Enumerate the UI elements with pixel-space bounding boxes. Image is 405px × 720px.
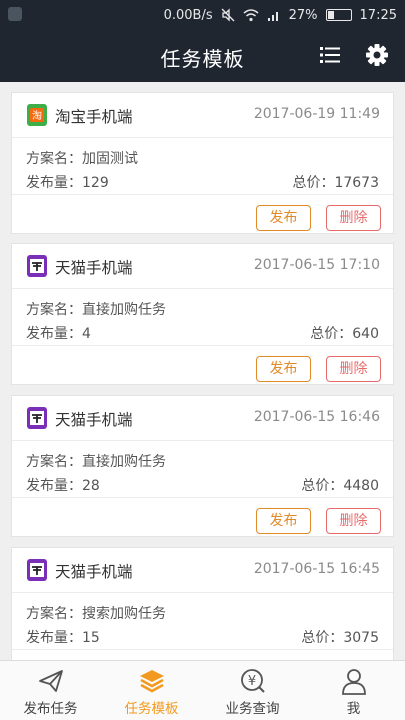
plan-name: 方案名：加固测试 bbox=[26, 151, 138, 167]
tab-label: 我 bbox=[346, 701, 361, 717]
platform-name: 天猫手机端 bbox=[55, 411, 133, 429]
card-date: 2017-06-15 16:45 bbox=[253, 561, 380, 577]
network-speed: 0.00B/s bbox=[163, 7, 213, 23]
tab-task-templates[interactable]: 任务模板 bbox=[101, 661, 202, 720]
total-price: 总价：640 bbox=[310, 326, 379, 342]
tab-label: 任务模板 bbox=[124, 701, 179, 717]
taobao-icon: 淘 bbox=[27, 104, 47, 126]
card-header: 天猫手机端 2017-06-15 16:45 bbox=[12, 548, 393, 593]
tab-label: 发布任务 bbox=[23, 701, 78, 717]
publish-button[interactable]: 发布 bbox=[256, 508, 311, 534]
total-price: 总价：17673 bbox=[292, 175, 379, 191]
delete-button[interactable]: 删除 bbox=[326, 356, 381, 382]
platform-name: 天猫手机端 bbox=[55, 259, 133, 277]
tab-me[interactable]: 我 bbox=[303, 661, 404, 720]
tmall-icon bbox=[27, 559, 47, 581]
plan-name: 方案名：直接加购任务 bbox=[26, 302, 166, 318]
tab-label: 业务查询 bbox=[225, 701, 280, 717]
publish-button[interactable]: 发布 bbox=[256, 205, 311, 231]
quantity: 发布量：28 bbox=[26, 478, 100, 494]
card-body: 方案名：加固测试 发布量：129 总价：17673 bbox=[12, 138, 393, 195]
total-price: 总价：4480 bbox=[301, 478, 379, 494]
quantity: 发布量：129 bbox=[26, 175, 109, 191]
template-card[interactable]: 淘 淘宝手机端 2017-06-19 11:49 方案名：加固测试 发布量：12… bbox=[11, 92, 394, 234]
card-header: 天猫手机端 2017-06-15 17:10 bbox=[12, 244, 393, 289]
notification-icon bbox=[8, 7, 22, 21]
plan-name: 方案名：搜索加购任务 bbox=[26, 606, 166, 622]
paper-plane-icon bbox=[39, 670, 63, 692]
tab-publish-task[interactable]: 发布任务 bbox=[0, 661, 101, 720]
template-list: 淘 淘宝手机端 2017-06-19 11:49 方案名：加固测试 发布量：12… bbox=[0, 82, 405, 660]
card-body: 方案名：直接加购任务 发布量：4 总价：640 bbox=[12, 289, 393, 346]
platform-name: 天猫手机端 bbox=[55, 563, 133, 581]
page-title: 任务模板 bbox=[160, 47, 245, 71]
card-body: 方案名：搜索加购任务 发布量：15 总价：3075 bbox=[12, 593, 393, 650]
card-date: 2017-06-19 11:49 bbox=[253, 106, 380, 122]
total-price: 总价：3075 bbox=[301, 630, 379, 646]
tmall-icon bbox=[27, 407, 47, 429]
nav-bar: 任务模板 bbox=[0, 30, 405, 82]
quantity: 发布量：4 bbox=[26, 326, 91, 342]
quantity: 发布量：15 bbox=[26, 630, 100, 646]
delete-button[interactable]: 删除 bbox=[326, 508, 381, 534]
card-date: 2017-06-15 16:46 bbox=[253, 409, 380, 425]
status-bar: 0.00B/s 27% 17:25 bbox=[0, 0, 405, 30]
layers-icon bbox=[140, 670, 164, 693]
publish-button[interactable]: 发布 bbox=[256, 356, 311, 382]
svg-text:¥: ¥ bbox=[248, 674, 256, 689]
yen-search-icon: ¥ bbox=[241, 669, 265, 693]
template-card[interactable]: 天猫手机端 2017-06-15 17:10 方案名：直接加购任务 发布量：4 … bbox=[11, 243, 394, 385]
card-header: 天猫手机端 2017-06-15 16:46 bbox=[12, 396, 393, 441]
template-card[interactable]: 天猫手机端 2017-06-15 16:45 方案名：搜索加购任务 发布量：15… bbox=[11, 547, 394, 660]
clock: 17:25 bbox=[359, 7, 397, 23]
list-icon[interactable] bbox=[317, 42, 343, 68]
battery-percent: 27% bbox=[288, 7, 318, 23]
mute-icon bbox=[221, 8, 235, 22]
template-card[interactable]: 天猫手机端 2017-06-15 16:46 方案名：直接加购任务 发布量：28… bbox=[11, 395, 394, 537]
tab-bar: 发布任务 任务模板 ¥ 业务查询 我 bbox=[0, 660, 405, 720]
wifi-icon bbox=[243, 9, 259, 22]
delete-button[interactable]: 删除 bbox=[326, 205, 381, 231]
gear-icon[interactable] bbox=[363, 41, 391, 69]
tmall-icon bbox=[27, 255, 47, 277]
battery-icon bbox=[325, 9, 352, 21]
tab-business-query[interactable]: ¥ 业务查询 bbox=[202, 661, 303, 720]
svg-text:淘: 淘 bbox=[32, 109, 42, 122]
signal-icon bbox=[267, 12, 278, 21]
card-body: 方案名：直接加购任务 发布量：28 总价：4480 bbox=[12, 441, 393, 498]
platform-name: 淘宝手机端 bbox=[55, 108, 133, 126]
card-header: 淘 淘宝手机端 2017-06-19 11:49 bbox=[12, 93, 393, 138]
card-date: 2017-06-15 17:10 bbox=[253, 257, 380, 273]
person-icon bbox=[342, 669, 366, 695]
plan-name: 方案名：直接加购任务 bbox=[26, 454, 166, 470]
